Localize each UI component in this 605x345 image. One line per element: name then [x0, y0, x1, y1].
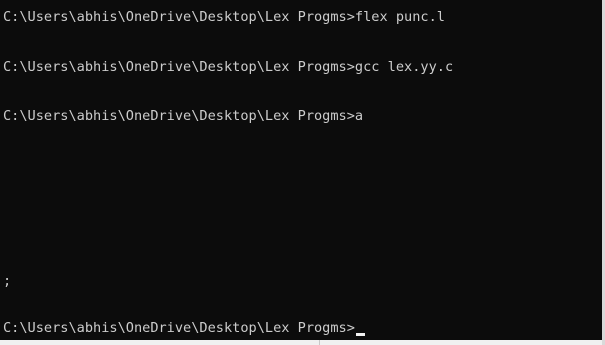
console-window[interactable]: C:\Users\abhis\OneDrive\Desktop\Lex Prog… — [0, 0, 605, 345]
cursor-icon — [355, 333, 365, 336]
output-line-run: C:\Users\abhis\OneDrive\Desktop\Lex Prog… — [3, 108, 364, 124]
output-line-gcc: C:\Users\abhis\OneDrive\Desktop\Lex Prog… — [3, 59, 454, 75]
program-output-line: ; — [3, 273, 12, 289]
command-prompt-line[interactable]: C:\Users\abhis\OneDrive\Desktop\Lex Prog… — [3, 318, 365, 338]
edge-separator — [319, 340, 320, 345]
output-line-flex: C:\Users\abhis\OneDrive\Desktop\Lex Prog… — [3, 9, 445, 25]
prompt-text: C:\Users\abhis\OneDrive\Desktop\Lex Prog… — [3, 320, 355, 336]
window-bottom-edge — [0, 340, 605, 345]
